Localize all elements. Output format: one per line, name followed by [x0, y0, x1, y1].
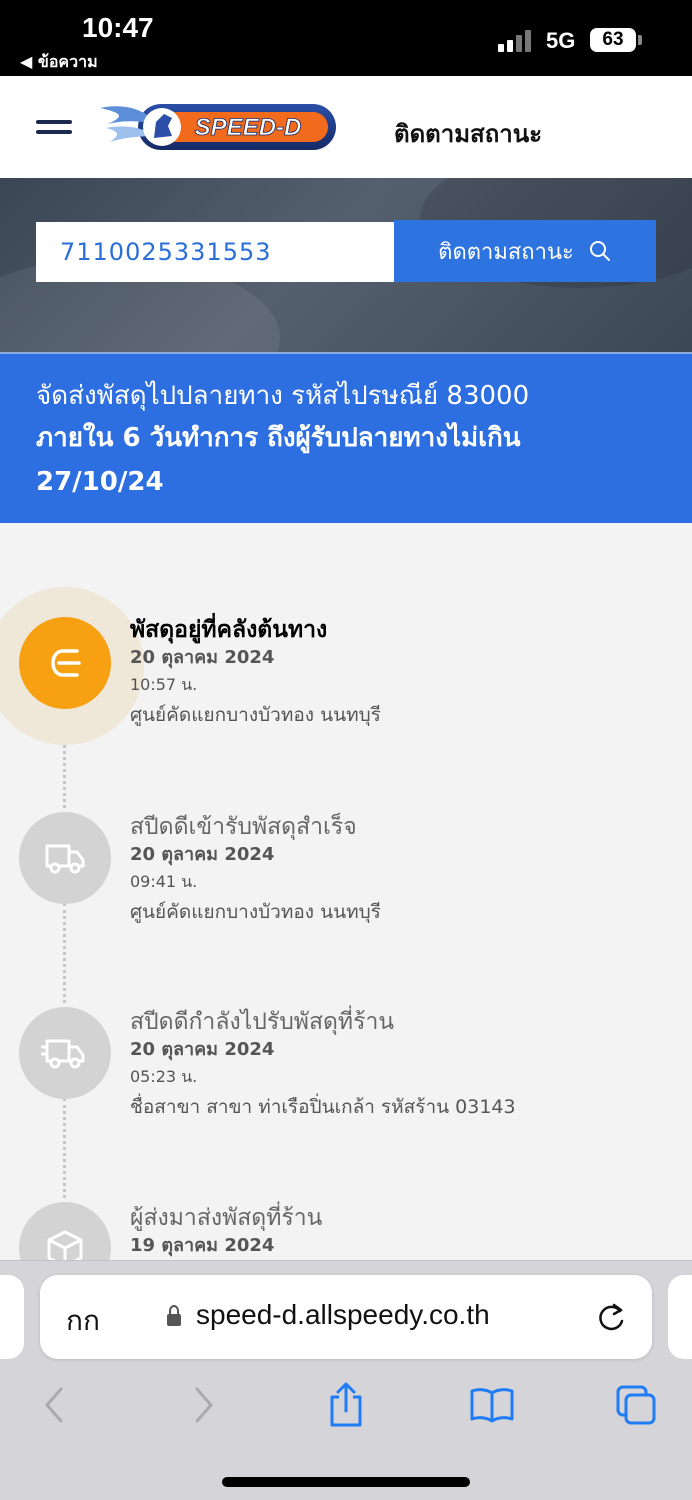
tabs-button[interactable]: [612, 1381, 660, 1429]
timeline-connector: [63, 1098, 66, 1198]
share-button[interactable]: [322, 1381, 370, 1429]
search-icon: [589, 241, 610, 261]
timeline-item: พัสดุอยู่ที่คลังต้นทาง 20 ตุลาคม 2024 10…: [130, 615, 670, 731]
timeline-item-time: 05:23 น.: [130, 1067, 198, 1086]
bookmarks-button[interactable]: [468, 1381, 516, 1429]
signal-icon: [498, 30, 534, 52]
timeline-item-time: 10:57 น.: [130, 675, 198, 694]
speed-d-logo[interactable]: SPEED-D: [98, 98, 338, 156]
next-tab-preview[interactable]: [668, 1275, 692, 1359]
timeline-item: ผู้ส่งมาส่งพัสดุที่ร้าน 19 ตุลาคม 2024: [130, 1203, 670, 1259]
tracking-number-input[interactable]: [36, 222, 394, 282]
delivery-deadline: ภายใน 6 วันทำการ ถึงผู้รับปลายทางไม่เกิน…: [36, 423, 521, 497]
timeline-item-date: 20 ตุลาคม 2024: [130, 844, 275, 865]
share-icon: [330, 1382, 362, 1427]
site-header: SPEED-D ติดตามสถานะ: [0, 76, 692, 178]
page-title: ติดตามสถานะ: [394, 120, 543, 148]
status-time: 10:47: [82, 12, 154, 43]
back-to-app-link[interactable]: ◀ ข้อความ: [20, 50, 98, 75]
track-button-label: ติดตามสถานะ: [438, 239, 574, 265]
fast-truck-icon: [19, 1007, 111, 1099]
tracking-timeline: พัสดุอยู่ที่คลังต้นทาง 20 ตุลาคม 2024 10…: [0, 523, 692, 1260]
search-hero: ติดตามสถานะ: [0, 178, 692, 352]
timeline-connector: [63, 903, 66, 1003]
timeline-item-date: 19 ตุลาคม 2024: [130, 1235, 275, 1256]
battery-icon: 63: [590, 28, 636, 52]
timeline-item-date: 20 ตุลาคม 2024: [130, 1039, 275, 1060]
page-settings-button[interactable]: กก: [66, 1299, 100, 1343]
address-bar[interactable]: กก speed-d.allspeedy.co.th: [40, 1275, 652, 1359]
previous-tab-preview[interactable]: [0, 1275, 24, 1359]
arrow-left-icon: [19, 617, 111, 709]
timeline-item-title: ผู้ส่งมาส่งพัสดุที่ร้าน: [130, 1205, 323, 1231]
track-status-button[interactable]: ติดตามสถานะ: [394, 220, 656, 282]
browser-toolbar: กก speed-d.allspeedy.co.th: [0, 1260, 692, 1500]
url-text: speed-d.allspeedy.co.th: [196, 1299, 490, 1330]
status-bar: 10:47 ◀ ข้อความ 5G 63: [0, 0, 692, 76]
timeline-item-date: 20 ตุลาคม 2024: [130, 647, 275, 668]
timeline-item-time: 09:41 น.: [130, 872, 198, 891]
back-button[interactable]: [30, 1381, 78, 1429]
timeline-item-location: ชื่อสาขา สาขา ท่าเรือปิ่นเกล้า รหัสร้าน …: [130, 1096, 516, 1118]
tabs-icon: [616, 1385, 656, 1425]
battery-nub: [638, 35, 642, 45]
timeline-item-location: ศูนย์คัดแยกบางบัวทอง นนทบุรี: [130, 901, 381, 923]
menu-icon[interactable]: [36, 120, 72, 138]
network-label: 5G: [546, 28, 576, 53]
timeline-item-location: ศูนย์คัดแยกบางบัวทอง นนทบุรี: [130, 704, 381, 726]
forward-button[interactable]: [180, 1381, 228, 1429]
timeline-item-title: สปีดดีกำลังไปรับพัสดุที่ร้าน: [130, 1009, 395, 1035]
delivery-estimate-banner: จัดส่งพัสดุไปปลายทาง รหัสไปรษณีย์ 83000 …: [0, 354, 692, 523]
book-icon: [470, 1388, 514, 1423]
truck-icon: [19, 812, 111, 904]
timeline-item-title: พัสดุอยู่ที่คลังต้นทาง: [130, 617, 328, 643]
delivery-destination: จัดส่งพัสดุไปปลายทาง รหัสไปรษณีย์ 83000: [36, 381, 530, 411]
timeline-item-title: สปีดดีเข้ารับพัสดุสำเร็จ: [130, 814, 357, 840]
box-icon: [19, 1202, 111, 1260]
timeline-item: สปีดดีเข้ารับพัสดุสำเร็จ 20 ตุลาคม 2024 …: [130, 812, 670, 928]
logo-text: SPEED-D: [195, 114, 302, 141]
home-indicator: [222, 1477, 470, 1487]
timeline-item: สปีดดีกำลังไปรับพัสดุที่ร้าน 20 ตุลาคม 2…: [130, 1007, 670, 1123]
chevron-left-icon: [45, 1387, 63, 1423]
lock-icon: [167, 1304, 181, 1326]
chevron-right-icon: [195, 1387, 213, 1423]
reload-icon[interactable]: [594, 1299, 628, 1335]
